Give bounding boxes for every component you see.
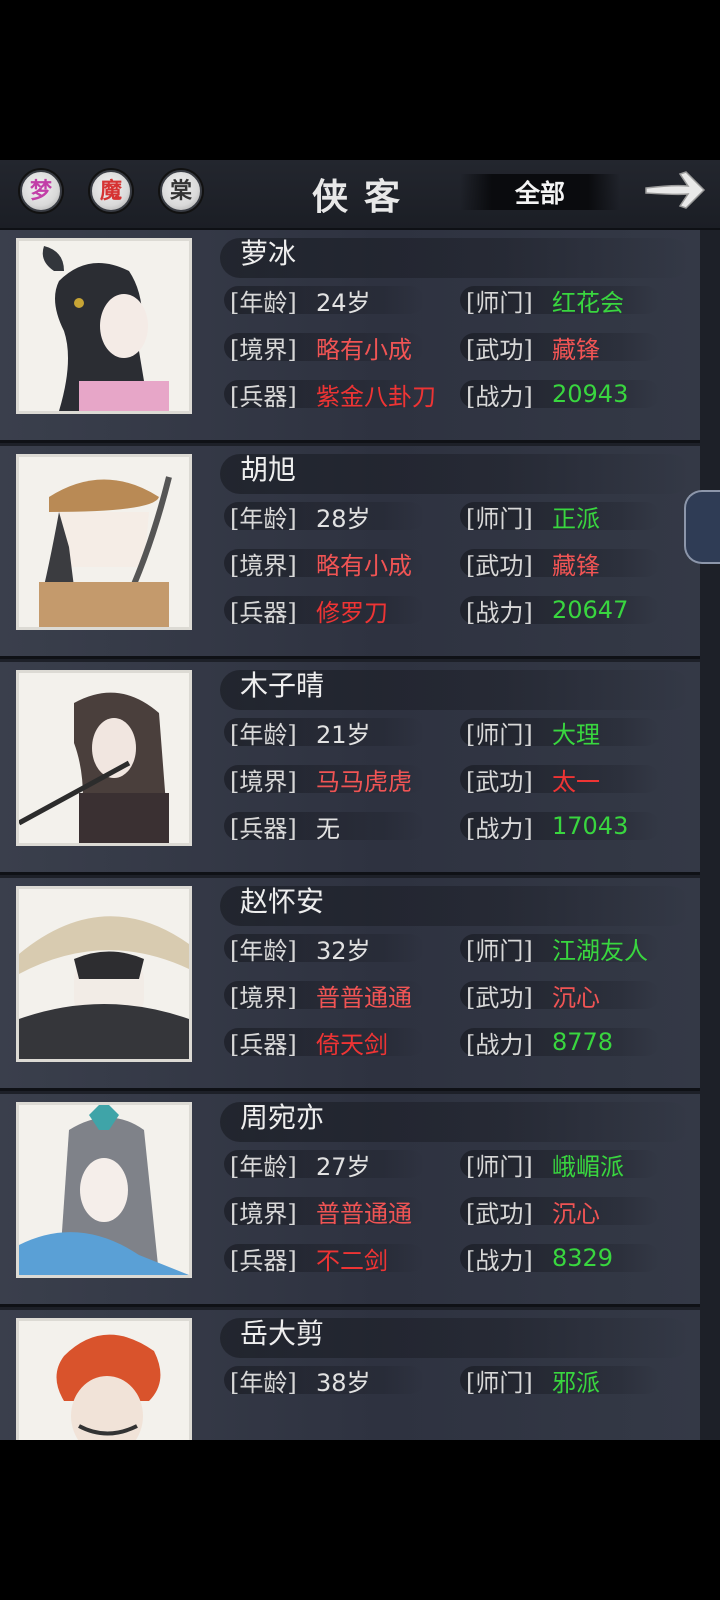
skill-label: [武功] — [466, 1199, 533, 1228]
skill-label: [武功] — [466, 551, 533, 580]
realm-value: 略有小成 — [316, 551, 412, 580]
age-value: 28岁 — [316, 504, 371, 533]
hero-card[interactable]: 木子晴 [年龄] 21岁 [师门] 大理 [境界] 马马虎虎 [武功] 太一 [兵器] 无… — [0, 662, 700, 875]
age-label: [年龄] — [230, 1152, 297, 1181]
hero-name: 周宛亦 — [240, 1101, 325, 1134]
sect-label: [师门] — [466, 1368, 533, 1397]
weapon-value: 修罗刀 — [316, 598, 388, 627]
weapon-label: [兵器] — [230, 382, 297, 411]
power-value: 20943 — [552, 380, 629, 408]
age-value: 27岁 — [316, 1152, 371, 1181]
filter-demon-button[interactable]: 魔 — [90, 170, 132, 212]
weapon-label: [兵器] — [230, 598, 297, 627]
filter-dream-button[interactable]: 梦 — [20, 170, 62, 212]
hero-card[interactable]: 萝冰 [年龄] 24岁 [师门] 红花会 [境界] 略有小成 [武功] 藏锋 [兵器] 紫… — [0, 230, 700, 443]
hero-card[interactable]: 岳大剪 [年龄] 38岁 [师门] 邪派 — [0, 1310, 700, 1440]
hero-portrait — [16, 1318, 192, 1440]
age-label: [年龄] — [230, 936, 297, 965]
realm-label: [境界] — [230, 767, 297, 796]
side-drawer-handle[interactable] — [684, 490, 720, 564]
realm-label: [境界] — [230, 983, 297, 1012]
weapon-value: 倚天剑 — [316, 1030, 388, 1059]
sect-value: 峨嵋派 — [552, 1152, 624, 1181]
hero-portrait — [16, 238, 192, 414]
realm-label: [境界] — [230, 1199, 297, 1228]
age-value: 21岁 — [316, 720, 371, 749]
top-bar: 梦 魔 棠 侠客 全部 — [0, 160, 720, 230]
age-value: 24岁 — [316, 288, 371, 317]
age-label: [年龄] — [230, 504, 297, 533]
power-value: 8329 — [552, 1244, 614, 1272]
filter-all-label: 全部 — [514, 179, 565, 208]
weapon-label: [兵器] — [230, 1030, 297, 1059]
hero-name: 赵怀安 — [240, 885, 325, 918]
hero-list: 萝冰 [年龄] 24岁 [师门] 红花会 [境界] 略有小成 [武功] 藏锋 [兵器] 紫… — [0, 230, 720, 1440]
sect-value: 大理 — [552, 720, 600, 749]
weapon-label: [兵器] — [230, 1246, 297, 1275]
sect-label: [师门] — [466, 1152, 533, 1181]
power-label: [战力] — [466, 814, 533, 843]
filter-tang-button[interactable]: 棠 — [160, 170, 202, 212]
skill-label: [武功] — [466, 767, 533, 796]
hero-card[interactable]: 赵怀安 [年龄] 32岁 [师门] 江湖友人 [境界] 普普通通 [武功] 沉心 [兵器… — [0, 878, 700, 1091]
demon-glyph: 魔 — [99, 178, 122, 204]
filter-all-button[interactable]: 全部 — [460, 174, 620, 210]
skill-label: [武功] — [466, 335, 533, 364]
hero-name: 岳大剪 — [240, 1317, 325, 1350]
sect-label: [师门] — [466, 288, 533, 317]
age-label: [年龄] — [230, 1368, 297, 1397]
age-value: 32岁 — [316, 936, 371, 965]
hero-portrait — [16, 1102, 192, 1278]
hero-portrait — [16, 670, 192, 846]
skill-value: 藏锋 — [552, 551, 600, 580]
sect-value: 正派 — [552, 504, 600, 533]
tang-glyph: 棠 — [169, 178, 192, 204]
hero-portrait — [16, 454, 192, 630]
power-label: [战力] — [466, 1246, 533, 1275]
power-label: [战力] — [466, 598, 533, 627]
weapon-value: 无 — [316, 814, 340, 843]
realm-value: 马马虎虎 — [316, 767, 412, 796]
skill-value: 藏锋 — [552, 335, 600, 364]
power-label: [战力] — [466, 1030, 533, 1059]
skill-value: 太一 — [552, 767, 600, 796]
dream-glyph: 梦 — [29, 178, 52, 204]
power-value: 8778 — [552, 1028, 614, 1056]
age-label: [年龄] — [230, 720, 297, 749]
power-label: [战力] — [466, 382, 533, 411]
power-value: 20647 — [552, 596, 629, 624]
skill-label: [武功] — [466, 983, 533, 1012]
skill-value: 沉心 — [552, 1199, 600, 1228]
realm-label: [境界] — [230, 335, 297, 364]
sect-label: [师门] — [466, 936, 533, 965]
hero-list-screen: 梦 魔 棠 侠客 全部 萝冰 [年龄] 24岁 [师门] 红花会 [境界] 略有… — [0, 160, 720, 1440]
sect-label: [师门] — [466, 504, 533, 533]
page-title: 侠客 — [312, 176, 417, 218]
hero-card[interactable]: 胡旭 [年龄] 28岁 [师门] 正派 [境界] 略有小成 [武功] 藏锋 [兵器] 修罗… — [0, 446, 700, 659]
arrow-right-icon[interactable] — [642, 166, 708, 214]
hero-name: 萝冰 — [240, 237, 297, 270]
age-value: 38岁 — [316, 1368, 371, 1397]
sect-label: [师门] — [466, 720, 533, 749]
hero-name: 胡旭 — [240, 453, 297, 486]
hero-card[interactable]: 周宛亦 [年龄] 27岁 [师门] 峨嵋派 [境界] 普普通通 [武功] 沉心 [兵器]… — [0, 1094, 700, 1307]
weapon-value: 不二剑 — [316, 1246, 388, 1275]
realm-value: 普普通通 — [316, 1199, 412, 1228]
skill-value: 沉心 — [552, 983, 600, 1012]
hero-portrait — [16, 886, 192, 1062]
sect-value: 邪派 — [552, 1368, 600, 1397]
weapon-value: 紫金八卦刀 — [316, 382, 436, 411]
hero-name: 木子晴 — [240, 669, 325, 702]
realm-label: [境界] — [230, 551, 297, 580]
power-value: 17043 — [552, 812, 629, 840]
realm-value: 略有小成 — [316, 335, 412, 364]
sect-value: 红花会 — [552, 288, 624, 317]
age-label: [年龄] — [230, 288, 297, 317]
realm-value: 普普通通 — [316, 983, 412, 1012]
weapon-label: [兵器] — [230, 814, 297, 843]
sect-value: 江湖友人 — [552, 936, 648, 965]
